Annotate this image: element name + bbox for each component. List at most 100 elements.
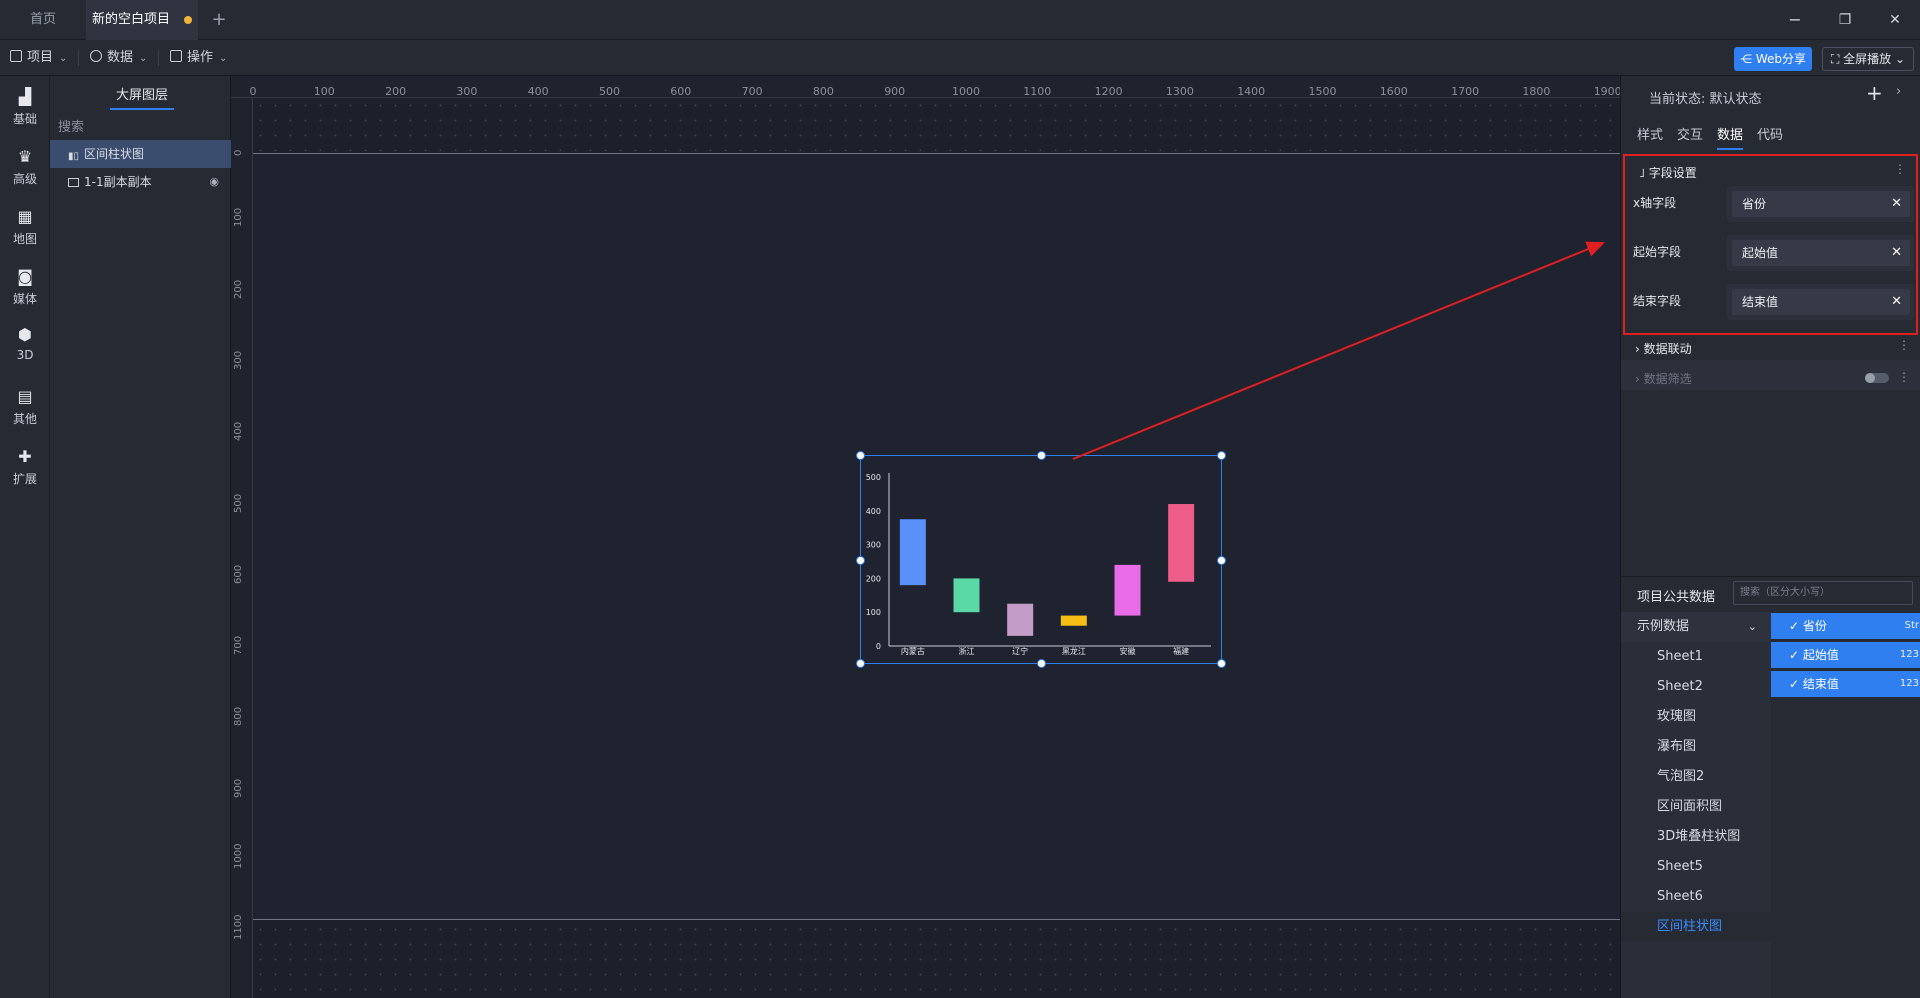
rail-basic[interactable]: ▟ 基础	[0, 82, 50, 132]
dataset-item[interactable]: 瀑布图	[1621, 732, 1771, 762]
rail-advanced[interactable]: ♛ 高级	[0, 142, 50, 192]
more-icon[interactable]: ⋮	[1898, 338, 1910, 352]
chevron-down-icon: ⌄	[1891, 52, 1906, 66]
dataset-item[interactable]: 区间面积图	[1621, 792, 1771, 822]
state-label: 当前状态:	[1649, 92, 1706, 107]
dataset-item[interactable]: Sheet1	[1621, 642, 1771, 672]
public-data-list: 示例数据 ⌄ Sheet1 Sheet2 玫瑰图 瀑布图 气泡图2 区间面积图 3…	[1621, 612, 1771, 998]
data-filter-section[interactable]: › 数据筛选	[1635, 370, 1692, 387]
tab-code[interactable]: 代码	[1757, 124, 1783, 150]
check-icon: ✓	[1789, 648, 1803, 662]
remove-icon[interactable]: ✕	[1891, 289, 1902, 315]
tab-new-project[interactable]: 新的空白项目	[86, 0, 198, 40]
state-value[interactable]: 默认状态	[1710, 92, 1762, 107]
more-icon[interactable]: ⋮	[1898, 370, 1910, 384]
canvas-area[interactable]: 0 100 200 300 400 500 600 700 800 900 1000 1100 1200…	[231, 76, 1620, 998]
rail-3d[interactable]: ⬢ 3D	[0, 320, 50, 370]
dataset-item[interactable]: 3D堆叠柱状图	[1621, 822, 1771, 852]
add-tab-button[interactable]: +	[206, 0, 232, 40]
layers-search-input[interactable]: 搜索	[58, 116, 223, 140]
rail-extension-label: 扩展	[12, 472, 37, 486]
x-field-chip[interactable]: 省份 ✕	[1732, 191, 1910, 217]
puzzle-icon: ✚	[18, 447, 32, 466]
toolbar: 项目 ⌄ 数据 ⌄ 操作 ⌄	[0, 40, 1920, 76]
dataset-group[interactable]: 示例数据 ⌄	[1621, 612, 1771, 642]
add-state-button[interactable]: +	[1866, 81, 1883, 105]
rail-other-label: 其他	[12, 412, 37, 426]
remove-icon[interactable]: ✕	[1891, 191, 1902, 217]
dataset-item[interactable]: 气泡图2	[1621, 762, 1771, 792]
end-field-value: 结束值	[1742, 295, 1779, 309]
remove-icon[interactable]: ✕	[1891, 240, 1902, 266]
chevron-right-icon[interactable]: ›	[1896, 84, 1901, 99]
rail-extension[interactable]: ✚ 扩展	[0, 442, 50, 492]
restore-icon[interactable]: ❐	[1830, 6, 1860, 34]
cube-icon: ⬢	[18, 325, 32, 344]
tab-home-label: 首页	[29, 12, 56, 27]
web-share-label: Web分享	[1755, 52, 1806, 66]
checked-field-province[interactable]: ✓ 省份 Str	[1771, 613, 1920, 639]
minimize-icon[interactable]: −	[1780, 6, 1810, 34]
layer-item-label: 区间柱状图	[84, 147, 145, 161]
rail-media[interactable]: ◙ 媒体	[0, 262, 50, 312]
tab-interaction[interactable]: 交互	[1677, 124, 1703, 150]
tab-style[interactable]: 样式	[1637, 124, 1663, 150]
dataset-item[interactable]: Sheet5	[1621, 852, 1771, 882]
crown-icon: ♛	[17, 147, 33, 166]
rail-advanced-label: 高级	[12, 172, 37, 186]
dataset-item[interactable]: 玫瑰图	[1621, 702, 1771, 732]
tab-bar: 首页 新的空白项目 + − ❐ ✕	[0, 0, 1920, 40]
close-icon[interactable]: ✕	[1880, 6, 1910, 34]
chevron-down-icon: ⌄	[219, 53, 228, 64]
tab-data[interactable]: 数据	[1717, 124, 1744, 150]
dataset-item[interactable]: Sheet6	[1621, 882, 1771, 912]
project-menu-label: 项目	[27, 50, 54, 65]
field-settings-title-text: 字段设置	[1648, 166, 1697, 180]
layer-item-range-bar[interactable]: ▮▯ 区间柱状图	[50, 140, 231, 168]
tab-home[interactable]: 首页	[0, 0, 86, 40]
web-share-button[interactable]: ⋲ Web分享	[1734, 47, 1812, 71]
data-filter-title: 数据筛选	[1643, 372, 1692, 386]
more-icon[interactable]: ⋮	[1894, 162, 1906, 176]
fullscreen-label: 全屏播放	[1843, 52, 1892, 66]
fullscreen-play-button[interactable]: ⛶ 全屏播放 ⌄	[1822, 47, 1914, 71]
toolbar-divider	[158, 50, 159, 66]
field-type-badge: 123	[1899, 678, 1919, 689]
dataset-item-active[interactable]: 区间柱状图	[1621, 912, 1771, 942]
project-menu[interactable]: 项目 ⌄	[10, 40, 67, 76]
toolbar-divider	[78, 50, 79, 66]
rail-other[interactable]: ▤ 其他	[0, 382, 50, 432]
rail-map[interactable]: ▦ 地图	[0, 202, 50, 252]
field-type-badge: Str	[1904, 620, 1919, 631]
field-settings-title[interactable]: ˩ 字段设置	[1639, 164, 1697, 181]
checked-field-end[interactable]: ✓ 结束值 123	[1771, 671, 1920, 697]
field-type-badge: 123	[1899, 649, 1919, 660]
public-data-search[interactable]: 搜索（区分大小写）	[1733, 581, 1913, 605]
properties-panel: 当前状态: 默认状态 + › 样式 交互 数据 代码 ˩ 字段设置 ⋮ x轴字段…	[1620, 76, 1920, 998]
database-icon	[90, 50, 102, 62]
end-field-chip[interactable]: 结束值 ✕	[1732, 289, 1910, 315]
layers-title[interactable]: 大屏图层	[110, 84, 174, 110]
data-linkage-title: 数据联动	[1643, 342, 1692, 356]
unsaved-dot-icon	[184, 15, 192, 24]
current-state: 当前状态: 默认状态	[1649, 88, 1762, 107]
data-menu[interactable]: 数据 ⌄	[90, 40, 147, 76]
layer-item-image-copy[interactable]: 1-1副本副本 ◉	[50, 168, 231, 196]
data-filter-toggle[interactable]	[1865, 373, 1889, 383]
field-settings-section: ˩ 字段设置 ⋮ x轴字段 省份 ✕ 起始字段 起始值 ✕ 结束字段 结束值 ✕	[1623, 154, 1918, 335]
map-icon: ▦	[17, 207, 33, 226]
bar-chart-icon: ▟	[18, 87, 32, 106]
collapse-icon: ˩	[1639, 166, 1649, 180]
component-rail: ▟ 基础 ♛ 高级 ▦ 地图 ◙ 媒体 ⬢ 3D ▤ 其他 ✚ 扩展	[0, 76, 50, 998]
image-icon	[68, 178, 79, 187]
operate-menu[interactable]: 操作 ⌄	[170, 40, 227, 76]
start-field-chip[interactable]: 起始值 ✕	[1732, 240, 1910, 266]
checked-field-name: 结束值	[1802, 677, 1839, 691]
checked-field-start[interactable]: ✓ 起始值 123	[1771, 642, 1920, 668]
dataset-item[interactable]: Sheet2	[1621, 672, 1771, 702]
data-linkage-section[interactable]: › 数据联动	[1635, 340, 1692, 357]
eye-hidden-icon[interactable]: ◉	[209, 168, 219, 196]
chevron-down-icon: ⌄	[1747, 620, 1757, 633]
annotation-arrow	[1072, 241, 1605, 460]
check-icon: ✓	[1789, 619, 1803, 633]
